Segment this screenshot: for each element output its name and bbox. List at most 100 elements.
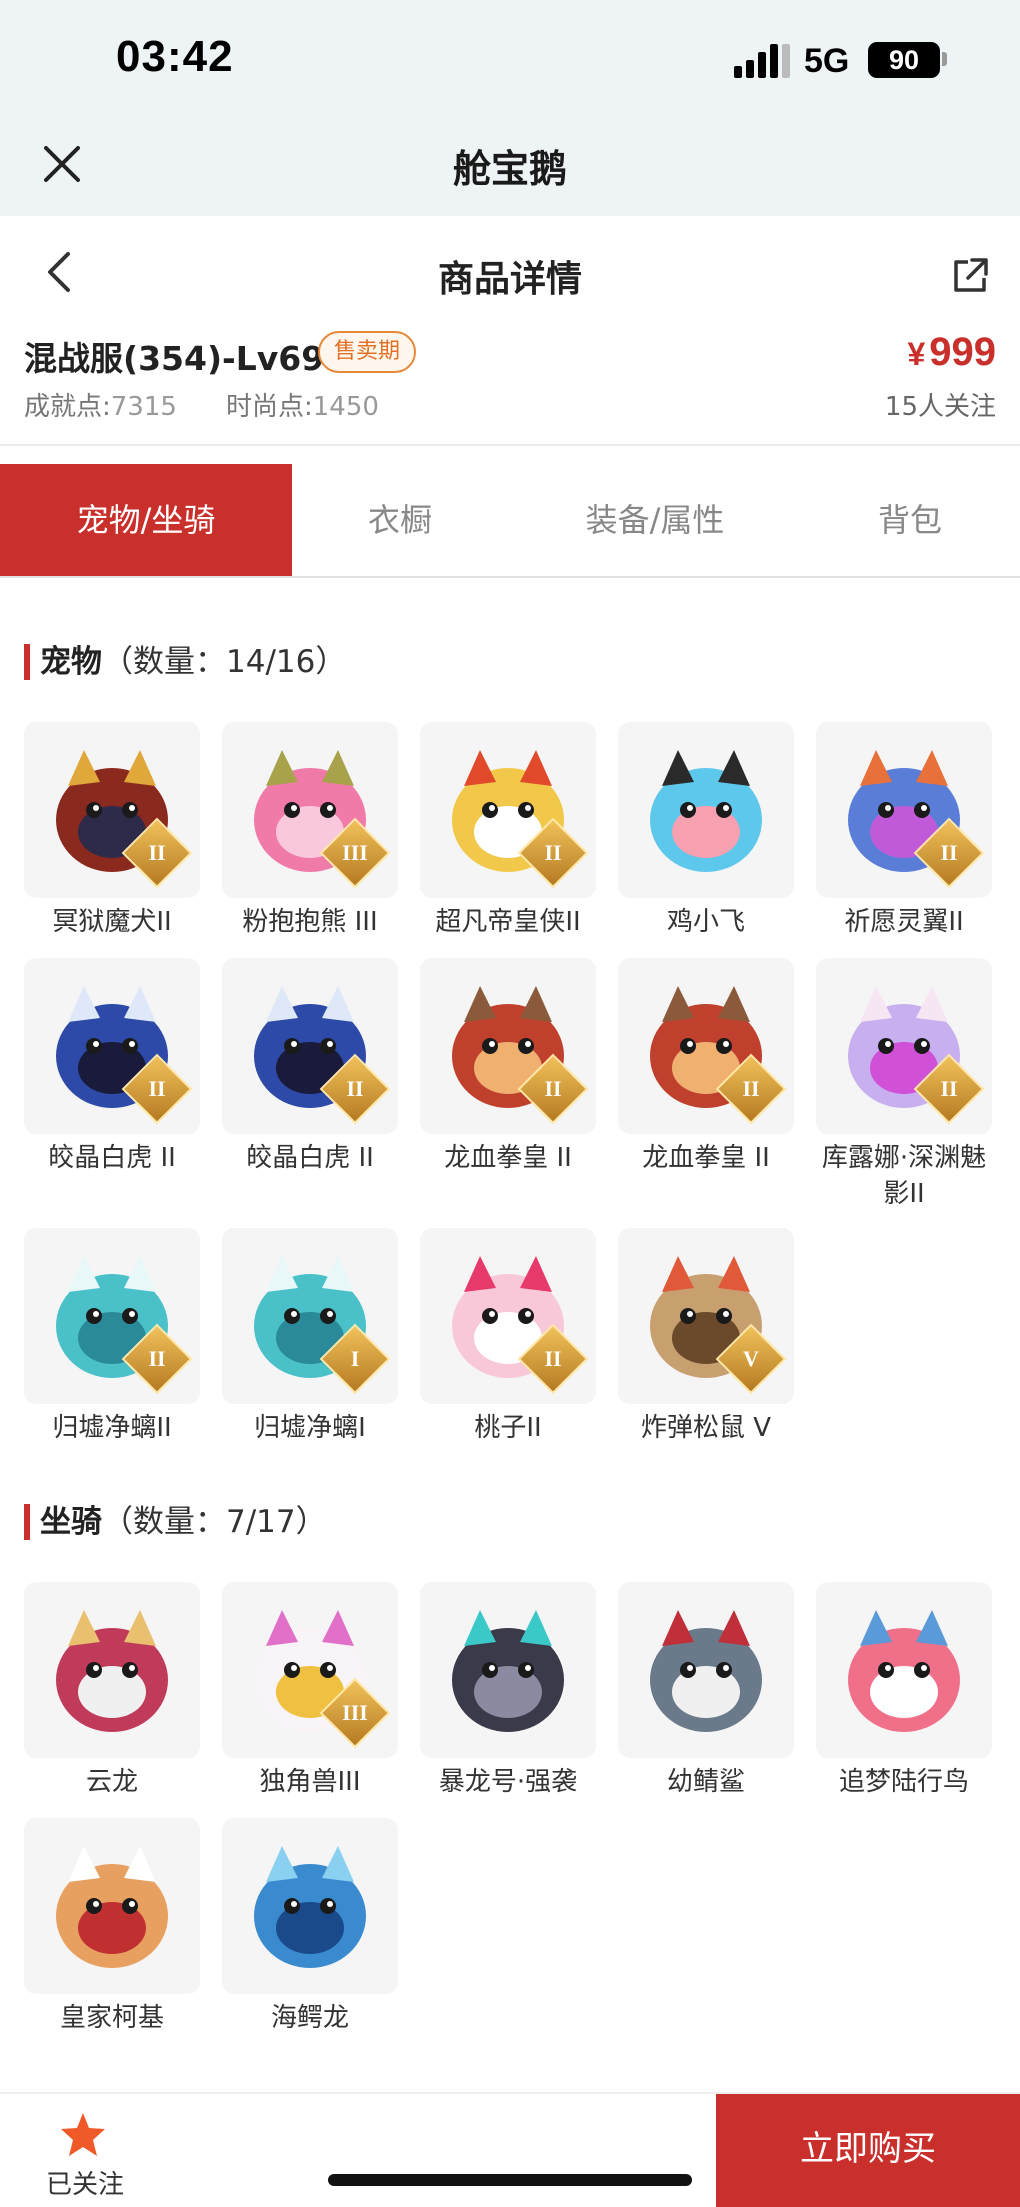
rank-label: II [544,840,562,865]
item-label: 归墟净螭I [254,1413,366,1443]
price-value: 999 [929,330,996,374]
mounts-title: 坐骑 [40,1504,102,1540]
cloud-dragon-icon [24,1582,200,1758]
grid-item[interactable]: 云龙 [24,1582,200,1800]
tab-wardrobe[interactable]: 衣橱 [292,464,508,576]
grid-item[interactable]: III 粉抱抱熊 III [222,722,398,940]
grid-item[interactable]: 暴龙号·强袭 [420,1582,596,1800]
grid-item[interactable]: 追梦陆行鸟 [816,1582,992,1800]
item-label: 粉抱抱熊 III [242,907,378,937]
cyan-dragon-icon: II [24,1228,200,1404]
item-label: 冥狱魔犬II [52,907,172,937]
grid-item[interactable]: II 龙血拳皇 II [420,958,596,1176]
grid-item[interactable]: I 归墟净螭I [222,1228,398,1446]
item-label: 海鳄龙 [270,2003,349,2033]
wing-bird-icon: II [816,722,992,898]
dodo-bird-icon [816,1582,992,1758]
grid-item[interactable]: II 桃子II [420,1228,596,1446]
pets-title: 宠物 [40,644,102,680]
divider [0,444,1020,446]
grid-item[interactable]: III 独角兽III [222,1582,398,1800]
item-label: 归墟净螭II [52,1413,172,1443]
currency-symbol: ¥ [907,336,926,372]
item-label: 库露娜·深渊魅影II [821,1143,987,1209]
rank-label: II [148,1346,166,1371]
share-icon[interactable] [950,256,990,296]
star-icon [61,2113,105,2156]
battery-icon: 90 [868,42,940,78]
rank-label: III [342,1700,368,1725]
golden-hero-icon: II [420,722,596,898]
nav-bar: 商品详情 [0,216,1020,328]
grid-item[interactable]: 幼鲭鲨 [618,1582,794,1800]
rank-label: II [148,840,166,865]
grid-item[interactable]: II 超凡帝皇侠II [420,722,596,940]
item-label: 皎晶白虎 II [246,1143,374,1173]
rank-label: II [346,1076,364,1101]
grid-item[interactable]: 皇家柯基 [24,1818,200,2036]
follow-label: 已关注 [45,2170,124,2200]
achievement-label: 成就点: [24,392,111,422]
home-indicator [328,2174,692,2186]
item-label: 龙血拳皇 II [444,1143,572,1173]
pets-count: （数量：14/16） [102,644,347,680]
grid-item[interactable]: II 归墟净螭II [24,1228,200,1446]
fashion-points: 时尚点:1450 [226,386,379,423]
rank-label: II [544,1346,562,1371]
achievement-value: 7315 [110,392,177,422]
buy-now-button[interactable]: 立即购买 [716,2094,1020,2207]
app-title: 舱宝鹅 [452,147,567,191]
status-time: 03:42 [116,32,234,81]
abyss-fairy-icon: II [816,958,992,1134]
royal-corgi-icon [24,1818,200,1994]
fashion-label: 时尚点: [226,392,313,422]
item-label: 超凡帝皇侠II [435,907,581,937]
unicorn-icon: III [222,1582,398,1758]
white-tiger-icon: II [24,958,200,1134]
grid-item[interactable]: II 龙血拳皇 II [618,958,794,1176]
blue-chick-icon [618,722,794,898]
pink-bunny-icon: II [420,1228,596,1404]
grid-item[interactable]: II 祈愿灵翼II [816,722,992,940]
bottom-bar: 已关注 立即购买 [0,2092,1020,2207]
status-bar: 03:42 5G 90 [0,0,1020,120]
red-dragon-icon: II [420,958,596,1134]
item-label: 鸡小飞 [666,907,745,937]
bomb-squirrel-icon: V [618,1228,794,1404]
pink-bear-icon: III [222,722,398,898]
item-label: 祈愿灵翼II [844,907,964,937]
pets-section-title: 宠物（数量：14/16） [24,642,346,682]
rank-label: II [742,1076,760,1101]
rank-label: I [350,1346,360,1371]
tab-backpack[interactable]: 背包 [820,464,1000,576]
tab-pets-mounts[interactable]: 宠物/坐骑 [0,464,292,576]
follow-button[interactable]: 已关注 [30,2104,140,2204]
grid-item[interactable]: 鸡小飞 [618,722,794,940]
red-dragon-icon: II [618,958,794,1134]
battery-tip [942,52,947,66]
achievement-points: 成就点:7315 [24,386,177,423]
mounts-section-title: 坐骑（数量：7/17） [24,1502,327,1542]
grid-item[interactable]: II 冥狱魔犬II [24,722,200,940]
shark-icon [618,1582,794,1758]
rank-label: II [940,840,958,865]
tab-bar: 宠物/坐骑 衣橱 装备/属性 背包 [0,464,1020,578]
white-tiger-icon: II [222,958,398,1134]
page-title: 商品详情 [437,259,582,300]
grid-item[interactable]: II 皎晶白虎 II [222,958,398,1176]
grid-item[interactable]: II 库露娜·深渊魅影II [816,958,992,1212]
item-label: 龙血拳皇 II [642,1143,770,1173]
grid-item[interactable]: 海鳄龙 [222,1818,398,2036]
mecha-rex-icon [420,1582,596,1758]
grid-item[interactable]: V 炸弹松鼠 V [618,1228,794,1446]
dark-dog-icon: II [24,722,200,898]
item-label: 追梦陆行鸟 [838,1767,969,1797]
grid-item[interactable]: II 皎晶白虎 II [24,958,200,1176]
tab-equipment[interactable]: 装备/属性 [536,464,774,576]
item-label: 幼鲭鲨 [666,1767,745,1797]
network-type: 5G [804,42,850,80]
rank-label: III [342,840,368,865]
item-label: 独角兽III [259,1767,361,1797]
signal-icon [734,44,790,78]
item-label: 皎晶白虎 II [48,1143,176,1173]
